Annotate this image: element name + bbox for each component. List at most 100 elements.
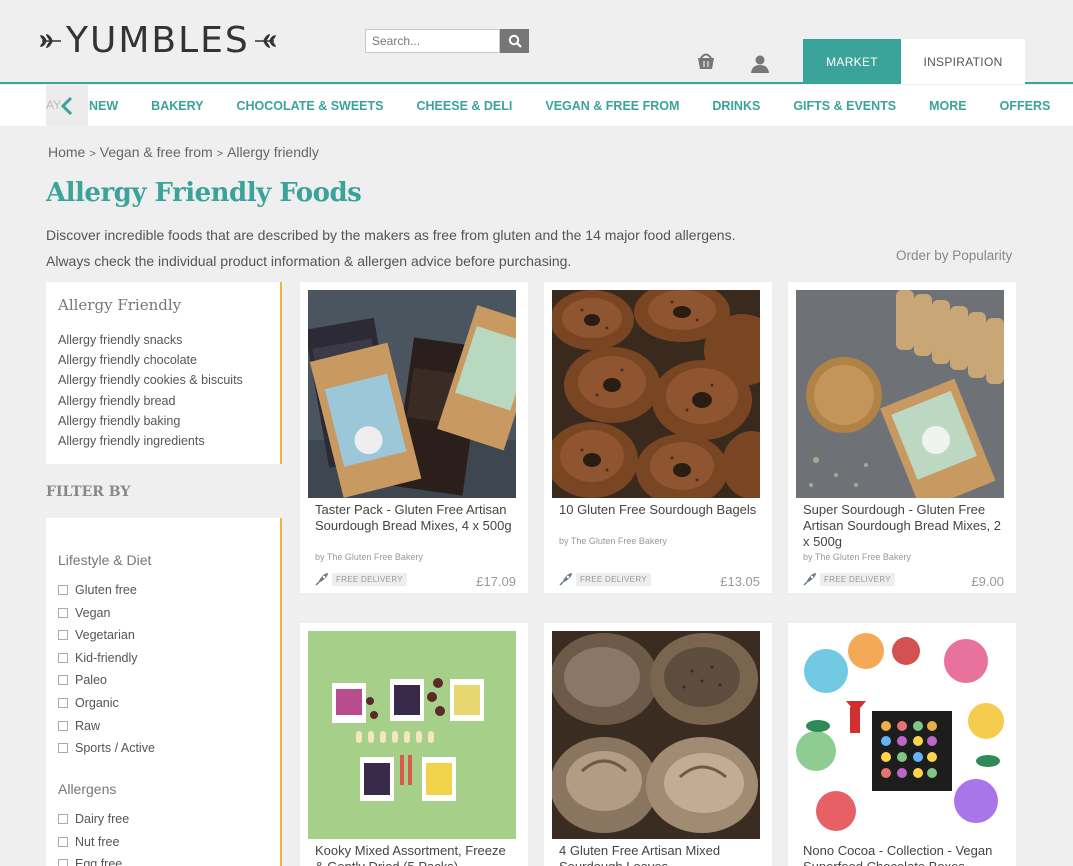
checkbox[interactable]	[58, 836, 68, 847]
sidebar-link[interactable]: Allergy friendly bread	[58, 391, 268, 411]
chevron-left-icon	[60, 96, 73, 116]
sidebar-link[interactable]: Allergy friendly baking	[58, 411, 268, 431]
product-card[interactable]: 10 Gluten Free Sourdough Bagels by The Gl…	[544, 282, 772, 593]
filter-checkbox[interactable]: Kid-friendly	[58, 651, 138, 665]
yumbles-logo[interactable]: YUMBLES	[40, 18, 276, 64]
rocket-icon	[559, 573, 572, 586]
leaf-right-icon	[254, 34, 276, 48]
nav-items: NEW BAKERY CHOCOLATE & SWEETS CHEESE & DELI…	[89, 85, 1073, 126]
product-image[interactable]	[552, 631, 760, 839]
sidebar-link[interactable]: Allergy friendly cookies & biscuits	[58, 370, 268, 390]
product-image[interactable]	[796, 290, 1004, 498]
delivery-label: FREE DELIVERY	[820, 572, 895, 586]
nav-item-vegan-free-from[interactable]: VEGAN & FREE FROM	[545, 99, 679, 113]
filter-label: Paleo	[75, 673, 107, 688]
tab-inspiration[interactable]: INSPIRATION	[901, 39, 1025, 84]
product-title[interactable]: Nono Cocoa - Collection - Vegan Superfoo…	[803, 843, 1003, 866]
filter-checkbox[interactable]: Nut free	[58, 835, 119, 849]
product-image[interactable]	[552, 290, 760, 498]
filter-checkbox[interactable]: Raw	[58, 719, 100, 733]
sidebar-filters: Lifestyle & Diet Allergens Gluten free Ve…	[46, 518, 282, 866]
nav-item-chocolate-sweets[interactable]: CHOCOLATE & SWEETS	[237, 99, 384, 113]
tab-market[interactable]: MARKET	[803, 39, 901, 84]
leaf-left-icon	[40, 34, 61, 48]
checkbox[interactable]	[58, 630, 68, 641]
search-icon	[508, 34, 522, 48]
product-maker[interactable]: by The Gluten Free Bakery	[803, 552, 911, 562]
nav-item-cheese-deli[interactable]: CHEESE & DELI	[417, 99, 513, 113]
filter-checkbox[interactable]: Vegan	[58, 606, 110, 620]
checkbox[interactable]	[58, 814, 68, 824]
filter-label: Vegan	[75, 605, 111, 620]
filter-checkbox[interactable]: Gluten free	[58, 583, 137, 597]
breadcrumb-current: Allergy friendly	[227, 144, 319, 160]
nav-item-bakery[interactable]: BAKERY	[151, 99, 203, 113]
checkbox[interactable]	[58, 698, 68, 708]
delivery-label: FREE DELIVERY	[576, 572, 651, 586]
product-title[interactable]: 4 Gluten Free Artisan Mixed Sourdough Lo…	[559, 843, 759, 866]
nav-item-gifts-events[interactable]: GIFTS & EVENTS	[793, 99, 896, 113]
checkbox[interactable]	[58, 652, 68, 663]
sidebar-heading: Allergy Friendly	[58, 296, 182, 314]
breadcrumb-home[interactable]: Home	[48, 144, 85, 160]
product-maker[interactable]: by The Gluten Free Bakery	[315, 552, 423, 562]
filter-label: Dairy free	[75, 812, 130, 826]
sidebar-link[interactable]: Allergy friendly chocolate	[58, 350, 268, 370]
product-maker[interactable]: by The Gluten Free Bakery	[559, 536, 667, 546]
basket-icon[interactable]	[695, 51, 717, 71]
filter-by-heading: FILTER BY	[46, 484, 131, 500]
free-delivery-badge: FREE DELIVERY	[315, 572, 407, 586]
sidebar-categories: Allergy Friendly Allergy friendly snacks…	[46, 282, 282, 464]
product-title[interactable]: Taster Pack - Gluten Free Artisan Sourdo…	[315, 502, 515, 534]
checkbox[interactable]	[58, 743, 68, 754]
product-price: £9.00	[971, 574, 1004, 589]
page-title: Allergy Friendly Foods	[46, 178, 362, 208]
sidebar-link[interactable]: Allergy friendly ingredients	[58, 431, 268, 451]
search-button[interactable]	[500, 29, 529, 53]
filter-checkbox[interactable]: Egg free	[58, 857, 122, 866]
nav-item-more[interactable]: MORE	[929, 99, 967, 113]
sidebar-link[interactable]: Allergy friendly snacks	[58, 330, 268, 350]
product-title[interactable]: 10 Gluten Free Sourdough Bagels	[559, 502, 759, 518]
filter-checkbox[interactable]: Dairy free	[58, 812, 129, 826]
order-by-dropdown[interactable]: Order by Popularity	[896, 248, 1012, 263]
filter-label: Kid-friendly	[75, 650, 138, 665]
filter-label: Raw	[75, 718, 101, 733]
nav-item-new[interactable]: NEW	[89, 99, 118, 113]
checkbox[interactable]	[58, 607, 68, 618]
product-card[interactable]: Taster Pack - Gluten Free Artisan Sourdo…	[300, 282, 528, 593]
product-image[interactable]	[308, 631, 516, 839]
filter-checkbox[interactable]: Sports / Active	[58, 741, 155, 755]
checkbox[interactable]	[58, 720, 68, 731]
search-input[interactable]	[365, 29, 500, 53]
filter-checkbox[interactable]: Paleo	[58, 673, 107, 687]
rocket-icon	[315, 573, 328, 586]
breadcrumb-separator: >	[89, 148, 96, 160]
intro-line-2: Always check the individual product info…	[46, 253, 572, 269]
filter-group-lifestyle: Lifestyle & Diet	[58, 552, 152, 568]
site-header: YUMBLES MARKET INSPIRATION	[0, 0, 1073, 84]
filter-checkbox[interactable]: Organic	[58, 696, 119, 710]
rocket-icon	[803, 573, 816, 586]
product-title[interactable]: Super Sourdough - Gluten Free Artisan So…	[803, 502, 1003, 550]
sidebar-links: Allergy friendly snacks Allergy friendly …	[58, 330, 268, 451]
checkbox[interactable]	[58, 585, 68, 595]
nav-scroll-left[interactable]: AY	[46, 85, 88, 126]
product-title[interactable]: Kooky Mixed Assortment, Freeze & Gently …	[315, 843, 515, 866]
free-delivery-badge: FREE DELIVERY	[803, 572, 895, 586]
category-nav: AY NEW BAKERY CHOCOLATE & SWEETS CHEESE & D…	[0, 85, 1073, 126]
nav-item-drinks[interactable]: DRINKS	[712, 99, 760, 113]
product-image[interactable]	[308, 290, 516, 498]
checkbox[interactable]	[58, 859, 68, 866]
filter-checkbox[interactable]: Vegetarian	[58, 628, 135, 642]
filter-label: Nut free	[75, 834, 120, 849]
breadcrumb-vegan[interactable]: Vegan & free from	[100, 144, 213, 160]
product-card[interactable]: Kooky Mixed Assortment, Freeze & Gently …	[300, 623, 528, 866]
product-card[interactable]: Super Sourdough - Gluten Free Artisan So…	[788, 282, 1016, 593]
nav-item-offers[interactable]: OFFERS	[1000, 99, 1051, 113]
checkbox[interactable]	[58, 675, 68, 686]
product-card[interactable]: 4 Gluten Free Artisan Mixed Sourdough Lo…	[544, 623, 772, 866]
product-card[interactable]: Nono Cocoa - Collection - Vegan Superfoo…	[788, 623, 1016, 866]
user-account-icon[interactable]	[750, 54, 770, 74]
product-image[interactable]	[796, 631, 1004, 839]
